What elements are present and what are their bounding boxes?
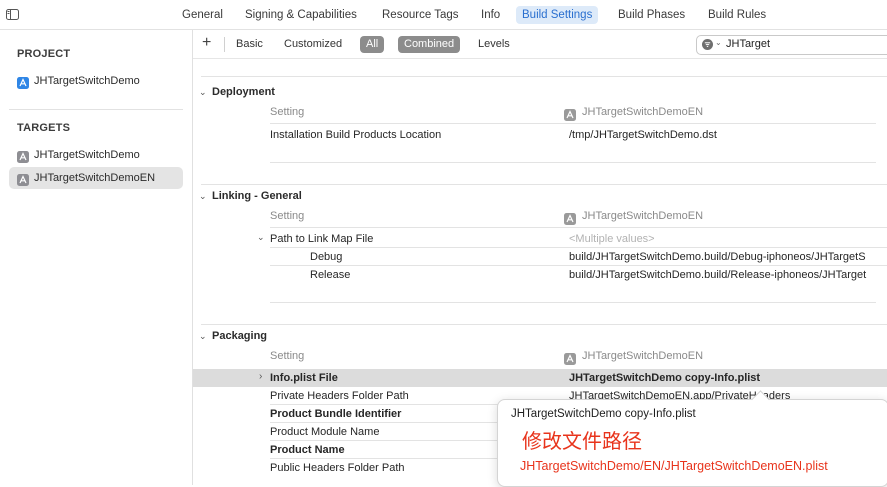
disclosure-collapsed-icon[interactable]: › [259, 371, 262, 382]
build-settings-filter-bar: + Basic Customized All Combined Levels ⌄… [193, 30, 887, 58]
targets-heading: TARGETS [17, 122, 71, 134]
filter-all-button[interactable]: All [360, 36, 385, 53]
search-field[interactable]: ⌄ JHTarget [696, 35, 887, 55]
section-title: Packaging [212, 330, 268, 342]
column-header-row: Setting JHTargetSwitchDemoEN [270, 210, 870, 228]
chevron-down-icon[interactable]: ⌄ [715, 38, 722, 47]
setting-name: Product Bundle Identifier [270, 408, 402, 420]
target-column-header: JHTargetSwitchDemoEN [582, 106, 704, 118]
section-title: Deployment [212, 86, 275, 98]
section-divider [201, 184, 887, 185]
disclosure-expanded-icon[interactable]: ⌄ [199, 87, 209, 97]
sidebar-item-project[interactable]: JHTargetSwitchDemo [9, 70, 183, 92]
setting-value[interactable]: build/JHTargetSwitchDemo.build/Debug-iph… [569, 251, 866, 263]
setting-row-install-location[interactable]: Installation Build Products Location /tm… [193, 126, 887, 144]
filter-basic-button[interactable]: Basic [230, 36, 269, 53]
disclosure-expanded-icon[interactable]: ⌄ [257, 232, 265, 243]
filter-combined-button[interactable]: Combined [398, 36, 461, 53]
add-setting-button[interactable]: + [196, 34, 217, 51]
sidebar-divider [9, 109, 183, 110]
tab-general[interactable]: General [176, 6, 229, 24]
setting-column-header: Setting [270, 350, 305, 362]
setting-name: Debug [310, 251, 343, 263]
sidebar-item-label: JHTargetSwitchDemo [34, 149, 140, 161]
tab-resource-tags[interactable]: Resource Tags [376, 6, 465, 24]
sidebar-toggle-icon[interactable] [6, 9, 19, 20]
project-app-icon [17, 75, 29, 89]
filter-divider [224, 37, 225, 52]
tab-info[interactable]: Info [475, 6, 506, 24]
setting-name: Private Headers Folder Path [270, 390, 409, 402]
setting-name: Release [310, 269, 351, 281]
setting-name: Path to Link Map File [270, 233, 374, 245]
target-app-icon [17, 149, 29, 163]
filter-levels-button[interactable]: Levels [472, 36, 516, 53]
column-header-row: Setting JHTargetSwitchDemoEN [270, 106, 870, 124]
target-app-icon [564, 353, 576, 365]
setting-value[interactable]: JHTargetSwitchDemo copy-Info.plist [569, 372, 760, 384]
sidebar-item-label: JHTargetSwitchDemo [34, 75, 140, 87]
tab-signing-capabilities[interactable]: Signing & Capabilities [239, 6, 363, 24]
search-input[interactable]: JHTarget [726, 38, 770, 50]
row-divider [270, 227, 887, 228]
value-edit-popover[interactable]: JHTargetSwitchDemo copy-Info.plist 修改文件路… [497, 390, 887, 487]
target-app-icon [17, 172, 29, 186]
project-target-sidebar: PROJECT JHTargetSwitchDemo TARGETS JHTar… [0, 30, 193, 485]
setting-value[interactable]: build/JHTargetSwitchDemo.build/Release-i… [569, 269, 866, 281]
filter-icon[interactable] [702, 39, 713, 50]
sidebar-item-label: JHTargetSwitchDemoEN [34, 172, 156, 184]
section-divider [201, 76, 887, 77]
disclosure-expanded-icon[interactable]: ⌄ [199, 331, 209, 341]
setting-name: Product Module Name [270, 426, 380, 438]
target-app-icon [564, 213, 576, 225]
row-divider [270, 302, 876, 303]
setting-name: Info.plist File [270, 372, 338, 384]
setting-row-info-plist[interactable]: › Info.plist File JHTargetSwitchDemo cop… [193, 369, 887, 387]
popover-current-value[interactable]: JHTargetSwitchDemo copy-Info.plist [511, 408, 696, 420]
annotation-new-path: JHTargetSwitchDemo/EN/JHTargetSwitchDemo… [520, 459, 828, 473]
setting-row-link-map-path[interactable]: ⌄ Path to Link Map File <Multiple values… [193, 230, 887, 248]
annotation-label: 修改文件路径 [522, 429, 642, 453]
sidebar-item-target-demo[interactable]: JHTargetSwitchDemo [9, 144, 183, 166]
setting-row-link-map-debug[interactable]: Debug build/JHTargetSwitchDemo.build/Deb… [193, 248, 887, 266]
tab-build-settings[interactable]: Build Settings [516, 6, 599, 24]
tab-build-phases[interactable]: Build Phases [612, 6, 691, 24]
target-column-header: JHTargetSwitchDemoEN [582, 210, 704, 222]
disclosure-expanded-icon[interactable]: ⌄ [199, 191, 209, 201]
setting-row-link-map-release[interactable]: Release build/JHTargetSwitchDemo.build/R… [193, 266, 887, 284]
target-column-header: JHTargetSwitchDemoEN [582, 350, 704, 362]
setting-column-header: Setting [270, 106, 305, 118]
setting-value[interactable]: <Multiple values> [569, 233, 655, 245]
section-divider [201, 324, 887, 325]
setting-name: Product Name [270, 444, 345, 456]
setting-column-header: Setting [270, 210, 305, 222]
section-deployment[interactable]: ⌄ Deployment [193, 83, 887, 103]
section-title: Linking - General [212, 190, 302, 202]
setting-name: Public Headers Folder Path [270, 462, 405, 474]
setting-value[interactable]: /tmp/JHTargetSwitchDemo.dst [569, 129, 717, 141]
project-heading: PROJECT [17, 48, 71, 60]
tab-build-rules[interactable]: Build Rules [702, 6, 772, 24]
sidebar-item-target-demo-en[interactable]: JHTargetSwitchDemoEN [9, 167, 183, 189]
section-packaging[interactable]: ⌄ Packaging [193, 327, 887, 347]
filter-customized-button[interactable]: Customized [278, 36, 348, 53]
target-app-icon [564, 109, 576, 121]
column-header-row: Setting JHTargetSwitchDemoEN [270, 350, 870, 368]
section-linking-general[interactable]: ⌄ Linking - General [193, 187, 887, 207]
row-divider [270, 123, 876, 124]
setting-name: Installation Build Products Location [270, 129, 442, 141]
row-divider [270, 162, 876, 163]
editor-tab-bar: General Signing & Capabilities Resource … [0, 0, 887, 30]
